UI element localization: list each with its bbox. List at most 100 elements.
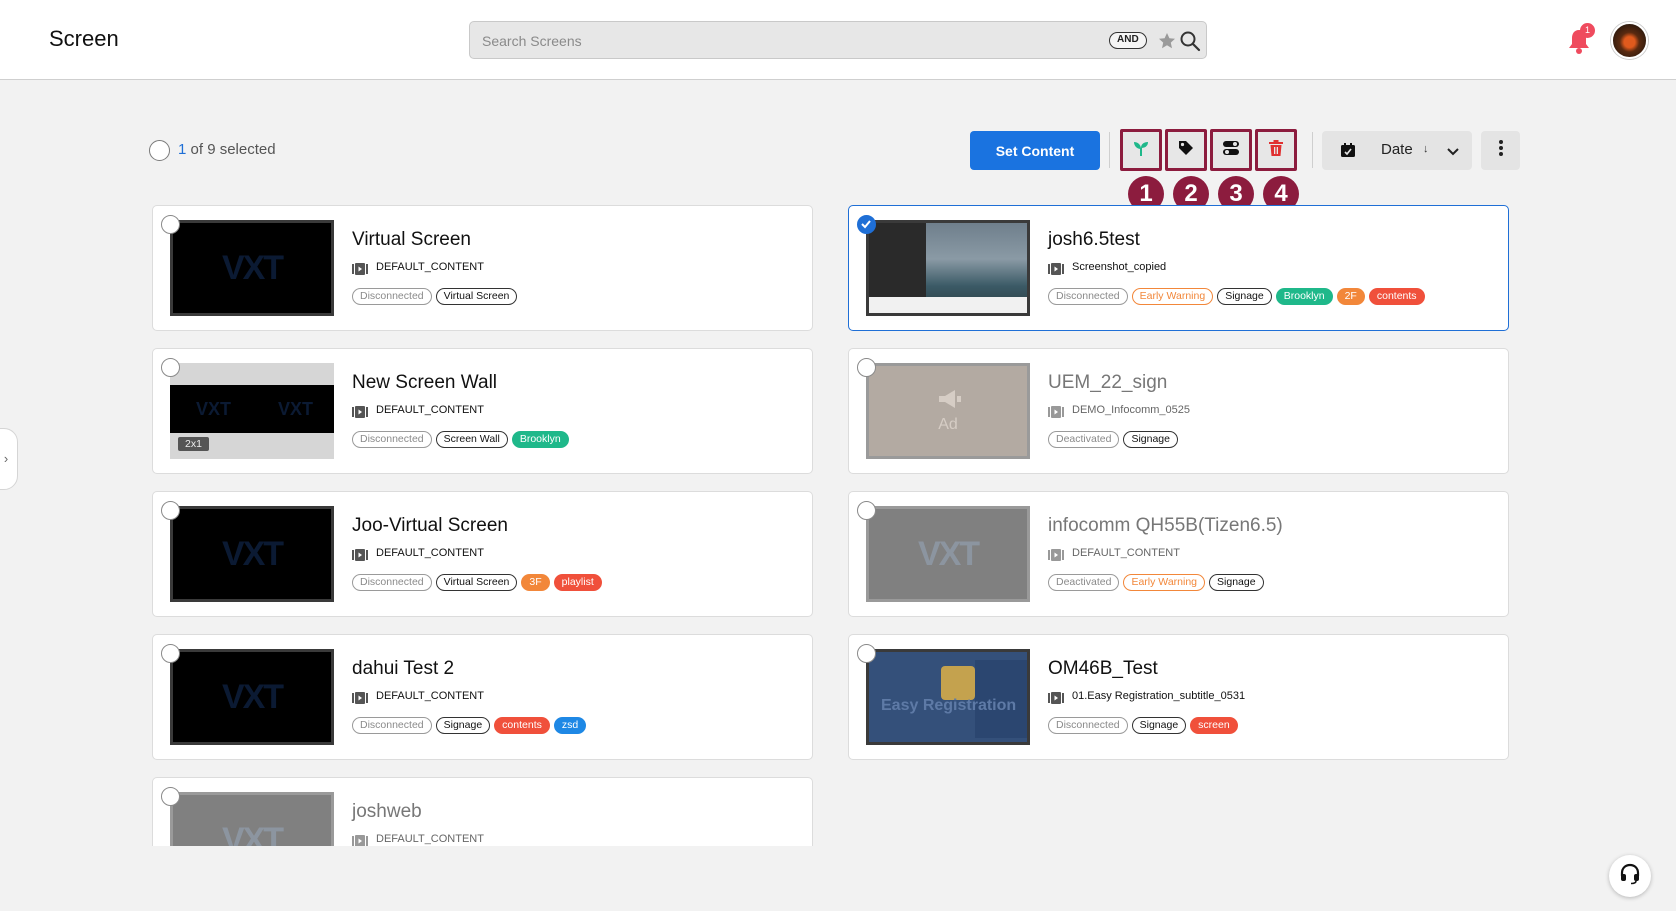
screen-card[interactable]: VXT dahui Test 2 DEFAULT_CONTENT Disconn… [152,634,813,760]
delete-button[interactable] [1255,129,1297,171]
selection-count: 1 of 9 selected [178,141,276,158]
content-name: DEFAULT_CONTENT [376,833,484,845]
tag: Brooklyn [511,431,569,448]
sort-direction: ↓ [1423,143,1429,155]
sort-label: Date [1381,141,1413,158]
tag: Signage [1123,431,1178,448]
search-icon[interactable] [1179,30,1201,52]
screen-card[interactable]: josh6.5test Screenshot_copied Disconnect… [848,205,1509,331]
support-button[interactable] [1609,855,1651,897]
content-icon [1048,691,1064,704]
vxt-logo: VXT [278,399,314,419]
content-name: 01.Easy Registration_subtitle_0531 [1072,690,1246,702]
toggle-button[interactable] [1210,129,1252,171]
screen-card[interactable]: Ad UEM_22_sign DEMO_Infocomm_0525 Deacti… [848,348,1509,474]
tag-list: Disconnected Early Warning Signage Brook… [1048,288,1425,305]
sort-dropdown[interactable]: Date ↓ [1322,131,1472,170]
tag: contents [1368,288,1425,305]
megaphone-icon [937,388,963,415]
content-icon [352,405,368,418]
content-icon [1048,262,1064,275]
content-name: DEFAULT_CONTENT [376,261,484,273]
tag: 2F [1336,288,1365,305]
screen-checkbox[interactable] [161,787,180,806]
screen-name[interactable]: infocomm QH55B(Tizen6.5) [1048,515,1283,537]
warning-tag: Early Warning [1123,574,1206,591]
screen-checkbox[interactable] [857,215,876,234]
screen-name[interactable]: OM46B_Test [1048,658,1158,680]
tag: Signage [1217,288,1272,305]
tag: Signage [1209,574,1264,591]
screen-checkbox[interactable] [857,501,876,520]
tag: Virtual Screen [435,288,518,305]
star-icon[interactable] [1157,31,1177,51]
tag: contents [494,717,550,734]
screen-card[interactable]: VXT joshweb DEFAULT_CONTENT [152,777,813,846]
screen-name[interactable]: joshweb [352,801,422,823]
vxt-logo: VXT [196,399,232,419]
content-name: DEFAULT_CONTENT [376,547,484,559]
content-name: DEFAULT_CONTENT [1072,547,1180,559]
screen-name[interactable]: dahui Test 2 [352,658,454,680]
screen-name[interactable]: josh6.5test [1048,229,1140,251]
tag: zsd [553,717,587,734]
content-icon [1048,548,1064,561]
notification-badge: 1 [1580,23,1595,38]
tag-button[interactable] [1165,129,1207,171]
status-tag: Disconnected [352,574,432,591]
content-icon [352,262,368,275]
screen-name[interactable]: Joo-Virtual Screen [352,515,508,537]
status-tag: Disconnected [352,431,432,448]
content-name: DEFAULT_CONTENT [376,404,484,416]
tag: playlist [553,574,602,591]
vxt-logo: VXT [221,249,284,287]
content-name: DEMO_Infocomm_0525 [1072,404,1190,416]
vxt-logo: VXT [221,678,284,716]
top-bar: Screen AND 1 [0,0,1676,80]
screen-card[interactable]: VXT Joo-Virtual Screen DEFAULT_CONTENT D… [152,491,813,617]
search-input[interactable] [482,30,1042,52]
tag: Signage [435,717,491,734]
tag-list: Disconnected Virtual Screen [352,288,518,305]
screen-thumbnail: VXT [170,649,334,745]
screen-card[interactable]: VXT Virtual Screen DEFAULT_CONTENT Disco… [152,205,813,331]
screen-card[interactable]: VXT infocomm QH55B(Tizen6.5) DEFAULT_CON… [848,491,1509,617]
set-content-button[interactable]: Set Content [970,131,1100,170]
screen-checkbox[interactable] [161,358,180,377]
status-tag: Disconnected [352,717,432,734]
tag-list: Deactivated Signage [1048,431,1178,448]
screen-checkbox[interactable] [161,215,180,234]
trash-icon [1267,139,1285,162]
more-options-button[interactable] [1481,131,1520,170]
screen-checkbox[interactable] [161,501,180,520]
kebab-menu-icon [1498,139,1504,162]
search-mode-toggle[interactable]: AND [1109,32,1147,49]
sprout-button[interactable] [1120,129,1162,171]
screen-checkbox[interactable] [857,358,876,377]
screen-name[interactable]: New Screen Wall [352,372,497,394]
screen-checkbox[interactable] [161,644,180,663]
avatar[interactable] [1611,22,1648,59]
tag-icon [1177,139,1195,162]
status-tag: Disconnected [1048,288,1128,305]
tag: screen [1190,717,1238,734]
selected-suffix: of 9 selected [186,141,276,158]
wall-size-badge: 2x1 [178,437,209,451]
screen-name[interactable]: Virtual Screen [352,229,471,251]
content-icon [352,834,368,846]
screen-thumbnail: VXT [170,792,334,846]
select-all-checkbox[interactable] [149,140,170,161]
thumbnail-footer [869,296,1027,313]
screen-card[interactable]: VXT VXT 2x1 New Screen Wall DEFAULT_CONT… [152,348,813,474]
screen-list: VXT Virtual Screen DEFAULT_CONTENT Disco… [0,200,1676,846]
screen-checkbox[interactable] [857,644,876,663]
sprout-icon [1132,139,1150,162]
status-tag: Deactivated [1048,431,1120,448]
tag: Signage [1131,717,1187,734]
content-icon [352,691,368,704]
screen-card[interactable]: Easy Registration OM46B_Test 01.Easy Reg… [848,634,1509,760]
screen-name[interactable]: UEM_22_sign [1048,372,1167,394]
status-tag: Disconnected [1048,717,1128,734]
screen-thumbnail: Ad [866,363,1030,459]
thumbnail-card [941,666,975,700]
